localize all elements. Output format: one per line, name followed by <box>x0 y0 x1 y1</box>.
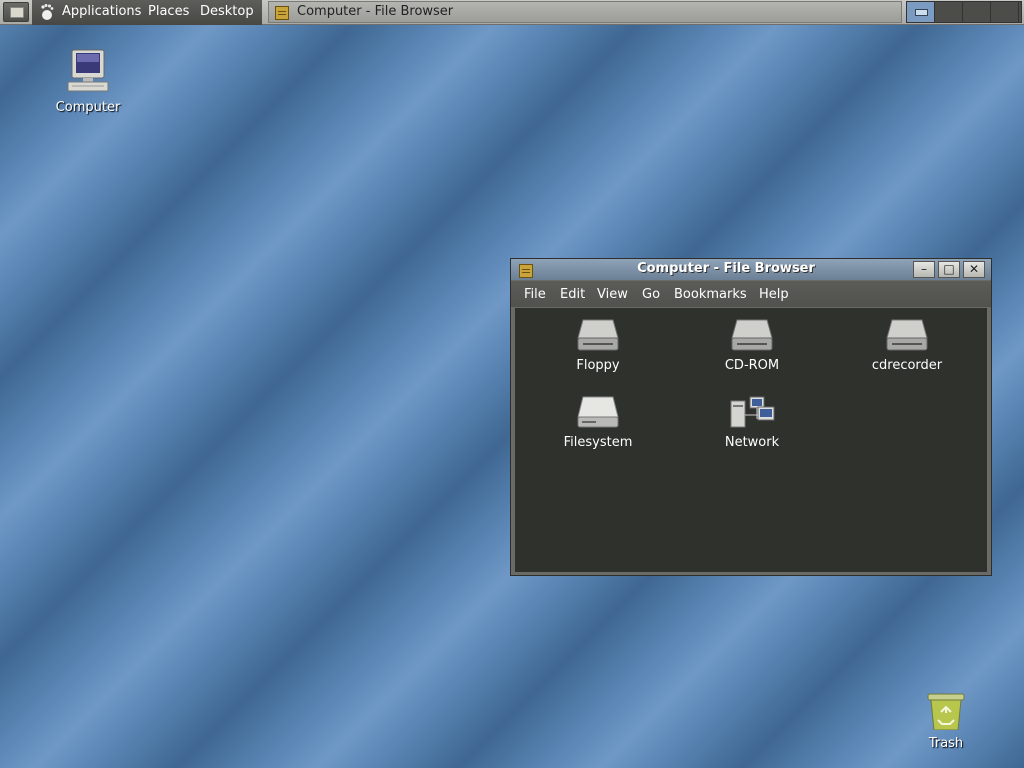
drive-icon <box>731 319 773 351</box>
applications-menu[interactable]: Applications <box>62 4 141 19</box>
file-item-cdrom[interactable]: CD-ROM <box>692 318 812 373</box>
menu-file[interactable]: File <box>524 287 546 302</box>
trash-icon <box>927 693 965 731</box>
file-cabinet-icon <box>275 6 289 20</box>
main-menubar: Applications Places Desktop <box>32 0 262 25</box>
file-item-label: CD-ROM <box>724 358 780 373</box>
menu-help[interactable]: Help <box>759 287 789 302</box>
desktop-trash-label: Trash <box>928 736 964 751</box>
drive-icon <box>886 319 928 351</box>
gnome-foot-icon <box>41 4 54 20</box>
file-item-filesystem[interactable]: Filesystem <box>538 395 658 450</box>
window-title: Computer - File Browser <box>637 261 815 276</box>
drive-icon <box>577 319 619 351</box>
maximize-button[interactable]: □ <box>938 261 960 278</box>
window-menubar: File Edit View Go Bookmarks Help <box>511 281 991 307</box>
workspace-1[interactable] <box>907 2 935 22</box>
menu-bookmarks[interactable]: Bookmarks <box>674 287 747 302</box>
file-browser-window: Computer - File Browser – □ ✕ File Edit … <box>510 258 992 576</box>
file-item-network[interactable]: Network <box>692 395 812 450</box>
file-item-label: Network <box>724 435 780 450</box>
menu-go[interactable]: Go <box>642 287 660 302</box>
file-item-label: cdrecorder <box>871 358 943 373</box>
desktop-trash[interactable]: Trash <box>914 690 978 751</box>
workspace-4[interactable] <box>991 2 1019 22</box>
minimize-button[interactable]: – <box>913 261 935 278</box>
file-view[interactable]: Floppy CD-ROM cdrecorder Filesystem Netw… <box>515 308 987 572</box>
window-titlebar[interactable]: Computer - File Browser – □ ✕ <box>511 259 991 280</box>
computer-icon <box>67 49 109 92</box>
show-desktop-button[interactable] <box>3 2 29 22</box>
menu-edit[interactable]: Edit <box>560 287 585 302</box>
desktop-computer-label: Computer <box>55 100 121 115</box>
taskbar-window-label: Computer - File Browser <box>297 4 454 19</box>
workspace-switcher[interactable] <box>906 1 1022 23</box>
workspace-3[interactable] <box>963 2 991 22</box>
file-item-label: Floppy <box>576 358 620 373</box>
top-panel: Applications Places Desktop Computer - F… <box>0 0 1024 25</box>
desktop-computer[interactable]: Computer <box>54 48 122 115</box>
file-item-cdrecorder[interactable]: cdrecorder <box>847 318 967 373</box>
network-icon <box>730 396 775 428</box>
workspace-2[interactable] <box>935 2 963 22</box>
desktop-menu[interactable]: Desktop <box>200 4 254 19</box>
file-item-label: Filesystem <box>563 435 633 450</box>
harddisk-icon <box>577 396 619 428</box>
close-button[interactable]: ✕ <box>963 261 985 278</box>
places-menu[interactable]: Places <box>148 4 189 19</box>
taskbar-window-button[interactable]: Computer - File Browser <box>268 1 902 23</box>
menu-view[interactable]: View <box>597 287 628 302</box>
file-item-floppy[interactable]: Floppy <box>538 318 658 373</box>
